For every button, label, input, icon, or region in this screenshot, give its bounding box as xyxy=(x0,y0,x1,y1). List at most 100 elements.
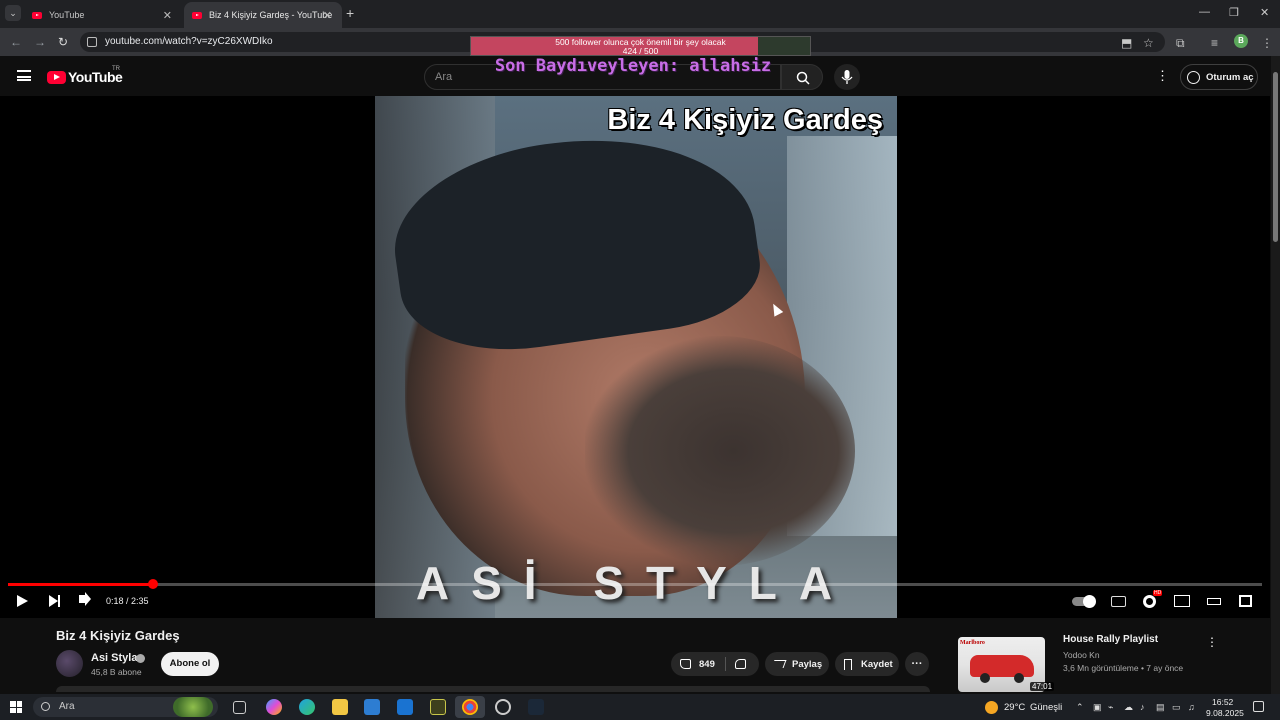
file-explorer-icon[interactable] xyxy=(332,699,348,715)
tab-search-button[interactable]: ⌄ xyxy=(5,5,21,21)
clock-date[interactable]: 9.08.2025 xyxy=(1206,708,1244,718)
description-box[interactable] xyxy=(56,686,930,692)
windows-start-icon[interactable] xyxy=(10,701,22,713)
obs-icon[interactable] xyxy=(495,699,511,715)
subscribe-button[interactable]: Abone ol xyxy=(161,652,219,676)
minimize-icon[interactable]: — xyxy=(1199,6,1210,18)
clock-time[interactable]: 16:52 xyxy=(1212,697,1233,707)
tray-app-icon[interactable]: ▤ xyxy=(1156,702,1165,713)
microphone-icon[interactable]: ♪ xyxy=(1140,702,1145,712)
miniplayer-icon[interactable] xyxy=(1174,595,1190,607)
network-icon[interactable]: ▭ xyxy=(1172,702,1181,713)
store-icon[interactable] xyxy=(364,699,380,715)
stream-alert-text: Son Baydıveyleyen: allahsiz xyxy=(494,56,772,76)
subscriber-count: 45,8 B abone xyxy=(91,667,142,677)
browser-menu-icon[interactable]: ⋮ xyxy=(1261,36,1273,50)
edge-icon[interactable] xyxy=(299,699,315,715)
video-beard xyxy=(585,336,855,566)
chrome-icon[interactable] xyxy=(462,699,478,715)
subtitles-icon[interactable] xyxy=(1111,596,1126,607)
copilot-icon[interactable] xyxy=(266,699,282,715)
tray-app-icon[interactable]: ⌁ xyxy=(1108,702,1113,713)
follower-goal-overlay: 500 follower olunca çok önemli bir şey o… xyxy=(470,36,811,56)
like-dislike-group: 849 xyxy=(671,652,759,676)
url-text: youtube.com/watch?v=zyC26XWDIko xyxy=(105,36,273,47)
scrubber-handle[interactable] xyxy=(148,579,159,589)
play-icon[interactable] xyxy=(17,595,28,607)
settings-gear-icon[interactable] xyxy=(1143,595,1156,608)
recommendation-channel[interactable]: Yodoo Kn xyxy=(1063,650,1100,660)
back-arrow-icon[interactable]: ← xyxy=(10,35,22,49)
close-tab-icon[interactable]: ✕ xyxy=(323,9,332,22)
windows-taskbar: Ara 29°C Güneşli ⌃ ▣ ⌁ ☁ ♪ ▤ ▭ ♫ 16:52 9… xyxy=(0,694,1280,720)
weather-temperature[interactable]: 29°C xyxy=(1004,702,1025,713)
video-frame[interactable]: Biz 4 Kişiyiz Gardeş ASİ STYLA xyxy=(375,96,897,618)
search-button[interactable] xyxy=(781,64,823,90)
voice-search-button[interactable] xyxy=(834,64,860,90)
install-app-icon[interactable]: ⬒ xyxy=(1121,36,1132,50)
theater-mode-icon[interactable] xyxy=(1207,598,1221,605)
save-button[interactable]: Kaydet xyxy=(835,652,899,676)
recommendation-title[interactable]: House Rally Playlist xyxy=(1063,634,1158,645)
more-actions-button[interactable]: ··· xyxy=(905,652,929,676)
tab-label: Biz 4 Kişiyiz Gardeş - YouTube xyxy=(209,10,333,20)
youtube-favicon-icon xyxy=(192,11,202,19)
tray-app-icon[interactable]: ▣ xyxy=(1093,702,1102,713)
channel-avatar[interactable] xyxy=(56,650,83,677)
reload-icon[interactable]: ↻ xyxy=(58,35,68,49)
taskbar-search[interactable]: Ara xyxy=(33,697,218,717)
video-player[interactable]: Biz 4 Kişiyiz Gardeş ASİ STYLA 0:18 / 2:… xyxy=(0,96,1270,618)
like-count[interactable]: 849 xyxy=(699,659,715,670)
profile-avatar[interactable]: B xyxy=(1234,34,1248,48)
share-label: Paylaş xyxy=(792,658,823,670)
close-tab-icon[interactable]: ✕ xyxy=(163,9,172,22)
weather-sun-icon[interactable] xyxy=(985,701,998,714)
thumbs-down-icon[interactable] xyxy=(735,659,746,669)
youtube-favicon-icon xyxy=(32,11,42,19)
scrollbar-thumb[interactable] xyxy=(1273,72,1278,242)
channel-name[interactable]: Asi Styla xyxy=(91,652,137,664)
tab-video[interactable]: Biz 4 Kişiyiz Gardeş - YouTube ✕ xyxy=(184,2,342,28)
page-scrollbar[interactable] xyxy=(1271,56,1280,696)
country-code: TR xyxy=(112,66,120,72)
close-window-icon[interactable]: ✕ xyxy=(1260,6,1269,19)
tray-chevron-up-icon[interactable]: ⌃ xyxy=(1076,702,1084,713)
new-tab-plus-icon[interactable]: + xyxy=(346,5,354,21)
task-view-icon[interactable] xyxy=(233,701,246,714)
restore-icon[interactable]: ❐ xyxy=(1229,6,1239,19)
app-icon[interactable] xyxy=(430,699,446,715)
thumbs-up-icon[interactable] xyxy=(680,659,691,669)
outlook-icon[interactable] xyxy=(397,699,413,715)
volume-icon[interactable]: ♫ xyxy=(1188,702,1195,712)
progress-fill xyxy=(8,583,154,586)
volume-icon[interactable] xyxy=(79,595,85,603)
forward-arrow-icon[interactable]: → xyxy=(34,35,46,49)
progress-bar[interactable] xyxy=(8,579,1262,589)
media-control-icon[interactable]: ≡ xyxy=(1211,36,1218,50)
bookmark-star-icon[interactable]: ☆ xyxy=(1143,36,1154,50)
menu-hamburger-icon[interactable] xyxy=(17,70,31,81)
tab-youtube[interactable]: YouTube ✕ xyxy=(24,2,182,28)
signin-button[interactable]: Oturum aç xyxy=(1180,64,1258,90)
autoplay-toggle[interactable] xyxy=(1072,595,1096,608)
steam-icon[interactable] xyxy=(528,699,544,715)
weather-condition[interactable]: Güneşli xyxy=(1030,702,1062,713)
save-label: Kaydet xyxy=(861,658,893,670)
verified-check-icon xyxy=(136,654,145,663)
taskbar-search-label: Ara xyxy=(59,701,75,712)
share-button[interactable]: Paylaş xyxy=(765,652,829,676)
site-info-icon[interactable] xyxy=(87,37,97,47)
next-video-icon[interactable] xyxy=(49,595,60,607)
hd-badge: HD xyxy=(1153,590,1163,596)
recommendation-more-icon[interactable]: ⋮ xyxy=(1206,635,1218,649)
notification-icon[interactable] xyxy=(1253,701,1264,712)
thumbnail-brand-text: Marlboro xyxy=(960,640,985,646)
extensions-puzzle-icon[interactable]: ⧉ xyxy=(1176,36,1185,51)
settings-more-icon[interactable]: ⋮ xyxy=(1156,68,1169,84)
recommendation-duration: 47:01 xyxy=(1030,682,1055,691)
search-icon xyxy=(796,71,810,85)
tray-app-icon[interactable]: ☁ xyxy=(1124,702,1133,713)
account-circle-icon xyxy=(1187,70,1200,84)
fullscreen-icon[interactable] xyxy=(1239,595,1252,607)
divider xyxy=(725,657,726,671)
